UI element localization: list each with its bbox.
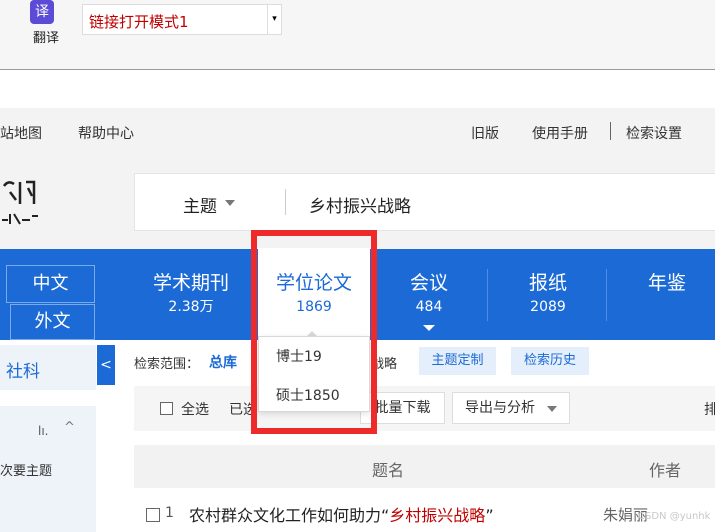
export-analysis-button[interactable]: 导出与分析 (452, 392, 570, 424)
search-scope-label: 检索范围： (134, 357, 200, 372)
sidebar-facet-panel: lı. ^ 次要主题 (0, 406, 96, 532)
site-top-links: 站地图 帮助中心 旧版 使用手册 检索设置 (0, 108, 715, 158)
tab-conference[interactable]: 会议 484 (374, 271, 484, 317)
tab-journals-count: 2.38万 (168, 299, 214, 315)
tab-conference-label: 会议 (409, 272, 448, 294)
column-header-title[interactable]: 题名 (372, 457, 404, 481)
cnki-logo (2, 180, 38, 225)
tab-yearbook[interactable]: 年鉴 (612, 271, 715, 295)
help-center-link[interactable]: 帮助中心 (78, 123, 134, 143)
export-analysis-label: 导出与分析 (465, 400, 535, 416)
tab-newspaper-count: 2089 (530, 299, 566, 315)
divider (606, 269, 607, 321)
divider (610, 122, 611, 140)
user-manual-link[interactable]: 使用手册 (532, 123, 588, 143)
tab-chinese[interactable]: 中文 (6, 265, 95, 303)
title-suffix: ” (485, 506, 494, 525)
search-scope-value[interactable]: 总库 (209, 352, 237, 372)
search-settings-link[interactable]: 检索设置 (626, 123, 682, 143)
row-checkbox[interactable] (146, 508, 160, 522)
chevron-down-icon[interactable] (423, 325, 435, 331)
old-version-link[interactable]: 旧版 (471, 123, 499, 143)
tab-conference-count: 484 (415, 299, 443, 315)
dropdown-arrow-icon[interactable]: ▾ (267, 5, 281, 34)
column-header-author[interactable]: 作者 (649, 457, 681, 481)
collapse-sidebar-button[interactable]: < (97, 345, 115, 385)
topic-subscribe-button[interactable]: 主题定制 (419, 347, 496, 375)
watermark: CSDN @yunhk (638, 511, 711, 522)
link-open-mode-value: 链接打开模式1 (89, 13, 189, 31)
tab-foreign[interactable]: 外文 (10, 304, 95, 340)
blank-area (0, 71, 715, 108)
row-index: 1 (165, 505, 174, 521)
browser-toolbar: 译 翻译 链接打开模式1 ▾ (0, 0, 715, 70)
result-title-link[interactable]: 农村群众文化工作如何助力“乡村振兴战略” (189, 502, 494, 526)
chevron-down-icon (547, 406, 557, 412)
divider (285, 189, 286, 215)
search-history-button[interactable]: 检索历史 (511, 347, 589, 375)
search-input[interactable]: 乡村振兴战略 (309, 192, 411, 217)
bar-chart-icon[interactable]: lı. (38, 424, 48, 438)
search-field-select[interactable]: 主题 (183, 192, 217, 217)
sidebar-item-social-science[interactable]: 社科 (0, 345, 96, 390)
secondary-topic-label[interactable]: 次要主题 (0, 460, 52, 479)
title-highlight: 乡村振兴战略 (389, 506, 486, 525)
translate-button[interactable]: 译 翻译 (24, 0, 68, 46)
tab-journals[interactable]: 学术期刊 2.38万 (136, 271, 246, 317)
tab-journals-label: 学术期刊 (152, 272, 229, 294)
select-all-checkbox[interactable] (160, 402, 173, 415)
tab-newspaper-label: 报纸 (528, 272, 567, 294)
translate-icon: 译 (30, 0, 54, 24)
site-map-link[interactable]: 站地图 (0, 123, 42, 143)
chevron-down-icon[interactable] (225, 200, 235, 206)
sidebar-item-label: 社科 (6, 362, 40, 382)
select-all-label[interactable]: 全选 (181, 399, 209, 419)
link-open-mode-select[interactable]: 链接打开模式1 ▾ (82, 4, 282, 35)
result-toolbar: 全选 已选 批量下载 导出与分析 排 (134, 386, 715, 431)
table-header: 题名 作者 (134, 445, 715, 488)
chevron-up-icon[interactable]: ^ (64, 420, 75, 435)
divider (487, 269, 488, 321)
sort-label[interactable]: 排 (704, 399, 715, 419)
annotation-highlight-box (251, 230, 377, 434)
tab-yearbook-label: 年鉴 (647, 272, 686, 294)
title-prefix: 农村群众文化工作如何助力“ (189, 506, 390, 525)
translate-label: 翻译 (32, 31, 59, 46)
search-box: 主题 乡村振兴战略 (134, 173, 715, 231)
tab-newspaper[interactable]: 报纸 2089 (493, 271, 603, 317)
